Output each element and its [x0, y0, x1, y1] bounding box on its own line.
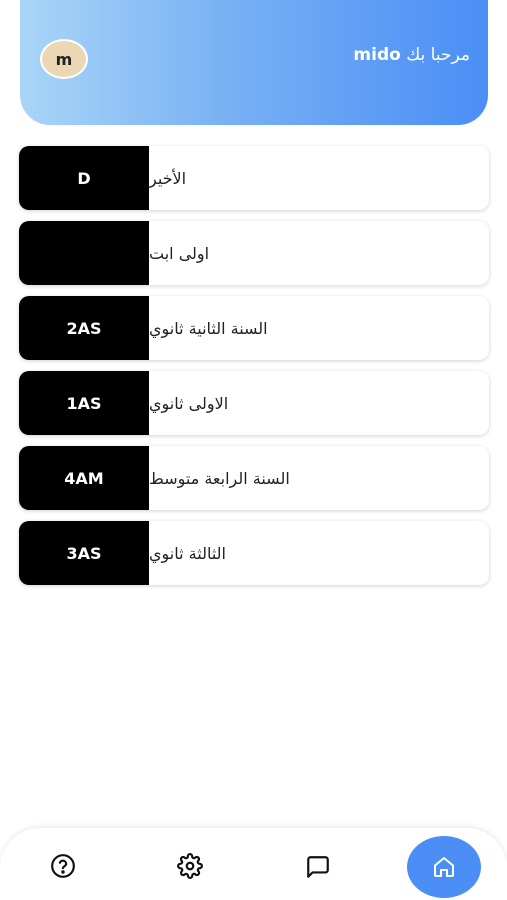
level-card[interactable]: اولى ابت: [19, 221, 489, 285]
level-code: 1AS: [19, 371, 149, 435]
level-label: اولى ابت: [149, 243, 210, 263]
home-button[interactable]: [407, 836, 481, 898]
level-label: السنة الرابعة متوسط: [149, 468, 290, 488]
level-card[interactable]: 4AM السنة الرابعة متوسط: [19, 446, 489, 510]
level-card[interactable]: 3AS الثالثة ثانوي: [19, 521, 489, 585]
level-code: 3AS: [19, 521, 149, 585]
avatar-letter: m: [55, 49, 73, 69]
chat-icon: [307, 856, 329, 878]
level-code: 2AS: [19, 296, 149, 360]
settings-icon: [177, 853, 203, 879]
level-label: السنة الثانية ثانوي: [149, 318, 268, 338]
level-card[interactable]: D الأخير: [19, 146, 489, 210]
username: mido: [353, 45, 401, 65]
help-icon: [51, 854, 75, 878]
settings-button[interactable]: [170, 846, 210, 886]
help-button[interactable]: [43, 846, 83, 886]
bottom-nav: [0, 828, 507, 900]
level-card[interactable]: 2AS السنة الثانية ثانوي: [19, 296, 489, 360]
avatar[interactable]: m: [40, 39, 88, 79]
level-code: 4AM: [19, 446, 149, 510]
greeting-prefix: مرحبا بك: [406, 45, 470, 65]
home-icon: [434, 857, 454, 877]
level-label: الأخير: [149, 168, 187, 188]
greeting: مرحبا بك mido: [353, 45, 470, 65]
level-list: D الأخير اولى ابت 2AS السنة الثانية ثانو…: [19, 146, 489, 596]
header-banner: m مرحبا بك mido: [20, 0, 488, 125]
level-label: الثالثة ثانوي: [149, 543, 226, 563]
chat-button[interactable]: [298, 847, 338, 887]
level-label: الاولى ثانوي: [149, 393, 229, 413]
level-code: D: [19, 146, 149, 210]
level-code: [19, 221, 149, 285]
level-card[interactable]: 1AS الاولى ثانوي: [19, 371, 489, 435]
